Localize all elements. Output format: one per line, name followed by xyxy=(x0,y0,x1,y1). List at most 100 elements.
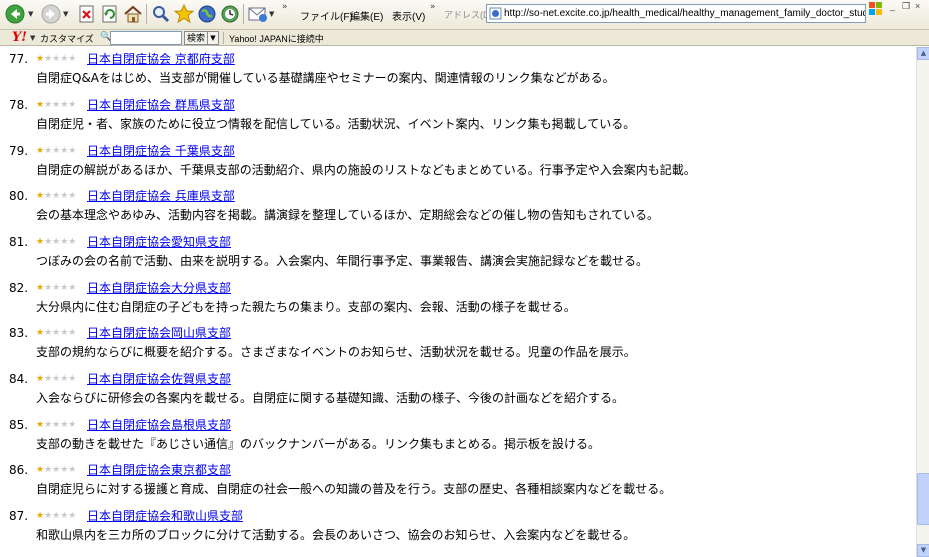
back-arrow-icon xyxy=(5,4,25,24)
mail-button[interactable] xyxy=(247,3,269,25)
stop-button[interactable] xyxy=(76,3,98,25)
search-button[interactable] xyxy=(150,3,172,25)
entry-title-link[interactable]: 日本自閉症協会大分県支部 xyxy=(87,280,231,297)
entry-title-link[interactable]: 日本自閉症協会愛知県支部 xyxy=(87,234,231,251)
address-url: http://so-net.excite.co.jp/health_medica… xyxy=(504,8,866,19)
menu-overflow-icon[interactable]: » xyxy=(430,2,435,12)
entry-title-link[interactable]: 日本自閉症協会島根県支部 xyxy=(87,417,231,434)
entry-title-link[interactable]: 日本自閉症協会 兵庫県支部 xyxy=(87,188,235,205)
entry-description: つぼみの会の名前で活動、由来を説明する。入会案内、年間行事予定、事業報告、講演会… xyxy=(36,254,649,268)
forward-arrow-icon xyxy=(41,4,61,24)
back-button[interactable] xyxy=(4,3,26,25)
yahoo-search-button[interactable]: 検索 xyxy=(184,31,209,45)
yahoo-separator xyxy=(223,32,224,44)
entry-title-link[interactable]: 日本自閉症協会佐賀県支部 xyxy=(87,371,231,388)
rating-stars: ★★★★★ xyxy=(36,146,76,156)
yahoo-search-dropdown-icon[interactable]: ▼ xyxy=(207,31,219,45)
entry-number: 84. xyxy=(9,372,29,386)
entry-number: 85. xyxy=(9,418,29,432)
windows-logo-icon xyxy=(869,2,882,15)
entry-number: 86. xyxy=(9,463,29,477)
entry-description: 自閉症の解説があるほか、千葉県支部の活動紹介、県内の施設のリストなどもまとめてい… xyxy=(36,163,696,177)
star-filled-icon: ★ xyxy=(36,100,45,110)
entry-description: 会の基本理念やあゆみ、活動内容を掲載。講演録を整理しているほか、定期総会などの催… xyxy=(36,208,660,222)
home-icon xyxy=(124,5,142,23)
rating-stars: ★★★★★ xyxy=(36,511,76,521)
star-filled-icon: ★ xyxy=(36,237,45,247)
refresh-button[interactable] xyxy=(99,3,121,25)
menu-view[interactable]: 表示(V) xyxy=(392,8,425,23)
history-button[interactable] xyxy=(219,3,241,25)
rating-stars: ★★★★★ xyxy=(36,465,76,475)
entry-title-link[interactable]: 日本自閉症協会 千葉県支部 xyxy=(87,143,235,160)
star-filled-icon: ★ xyxy=(36,54,45,64)
entry-number: 83. xyxy=(9,326,29,340)
toolbar-overflow-icon[interactable]: » xyxy=(282,2,287,12)
forward-dropdown-icon[interactable]: ▼ xyxy=(63,10,68,18)
back-dropdown-icon[interactable]: ▼ xyxy=(28,10,33,18)
menu-edit[interactable]: 編集(E) xyxy=(350,8,383,23)
browser-toolbar: ▼ ▼ ▼ » ファイル(F) 編集(E) 表示(V) » アドレス(D) ht… xyxy=(0,0,929,30)
entry-title-link[interactable]: 日本自閉症協会 京都府支部 xyxy=(87,51,235,68)
favorites-button[interactable] xyxy=(173,3,195,25)
star-filled-icon: ★ xyxy=(36,420,45,430)
star-filled-icon: ★ xyxy=(36,511,45,521)
star-empty-icon: ★★★★ xyxy=(44,328,77,338)
rating-stars: ★★★★★ xyxy=(36,54,76,64)
entry-title-link[interactable]: 日本自閉症協会和歌山県支部 xyxy=(87,508,243,525)
rating-stars: ★★★★★ xyxy=(36,100,76,110)
entry-number: 78. xyxy=(9,98,29,112)
star-empty-icon: ★★★★ xyxy=(44,191,77,201)
search-icon xyxy=(153,6,170,23)
star-empty-icon: ★★★★ xyxy=(44,54,77,64)
toolbar-separator xyxy=(243,4,244,24)
rating-stars: ★★★★★ xyxy=(36,191,76,201)
vertical-scrollbar[interactable]: ▲ ▼ xyxy=(916,47,929,557)
rating-stars: ★★★★★ xyxy=(36,237,76,247)
star-icon xyxy=(174,4,194,24)
entry-title-link[interactable]: 日本自閉症協会東京都支部 xyxy=(87,462,231,479)
entry-number: 87. xyxy=(9,509,29,523)
star-filled-icon: ★ xyxy=(36,191,45,201)
scroll-down-arrow-icon[interactable]: ▼ xyxy=(917,544,929,557)
rating-stars: ★★★★★ xyxy=(36,283,76,293)
scroll-up-arrow-icon[interactable]: ▲ xyxy=(917,47,929,60)
star-empty-icon: ★★★★ xyxy=(44,283,77,293)
star-filled-icon: ★ xyxy=(36,465,45,475)
entry-description: 大分県内に住む自閉症の子どもを持った親たちの集まり。支部の案内、会報、活動の様子… xyxy=(36,300,576,314)
scrollbar-thumb[interactable] xyxy=(917,473,929,525)
entry-number: 77. xyxy=(9,52,29,66)
yahoo-search-input[interactable] xyxy=(110,31,182,45)
page-icon xyxy=(489,7,502,20)
yahoo-logo-icon[interactable]: Y! xyxy=(12,30,27,45)
menu-file[interactable]: ファイル(F) xyxy=(300,8,353,23)
star-filled-icon: ★ xyxy=(36,146,45,156)
minimize-icon[interactable]: _ xyxy=(890,1,895,11)
star-empty-icon: ★★★★ xyxy=(44,237,77,247)
mail-icon xyxy=(248,7,267,22)
rating-stars: ★★★★★ xyxy=(36,374,76,384)
entry-description: 支部の動きを載せた『あじさい通信』のバックナンバーがある。リンク集もまとめる。掲… xyxy=(36,437,601,451)
star-empty-icon: ★★★★ xyxy=(44,465,77,475)
address-bar[interactable]: http://so-net.excite.co.jp/health_medica… xyxy=(486,4,866,23)
star-filled-icon: ★ xyxy=(36,283,45,293)
forward-button[interactable] xyxy=(40,3,62,25)
customize-button[interactable]: カスタマイズ xyxy=(40,32,94,45)
entry-number: 80. xyxy=(9,189,29,203)
restore-icon[interactable]: ❐ xyxy=(902,1,910,12)
home-button[interactable] xyxy=(122,3,144,25)
star-empty-icon: ★★★★ xyxy=(44,420,77,430)
entry-title-link[interactable]: 日本自閉症協会岡山県支部 xyxy=(87,325,231,342)
star-empty-icon: ★★★★ xyxy=(44,511,77,521)
entry-description: 和歌山県内を三カ所のブロックに分けて活動する。会長のあいさつ、協会のお知らせ、入… xyxy=(36,528,636,542)
entry-description: 自閉症Q&Aをはじめ、当支部が開催している基礎講座やセミナーの案内、関連情報のリ… xyxy=(36,71,615,85)
star-empty-icon: ★★★★ xyxy=(44,374,77,384)
yahoo-dropdown-icon[interactable]: ▼ xyxy=(30,34,35,42)
stop-icon xyxy=(79,5,94,23)
mail-dropdown-icon[interactable]: ▼ xyxy=(269,10,274,18)
entry-number: 82. xyxy=(9,281,29,295)
media-button[interactable] xyxy=(196,3,218,25)
entry-title-link[interactable]: 日本自閉症協会 群馬県支部 xyxy=(87,97,235,114)
result-list: 77. ★★★★★ 日本自閉症協会 京都府支部 自閉症Q&Aをはじめ、当支部が開… xyxy=(0,47,916,557)
close-icon[interactable]: × xyxy=(915,1,920,11)
